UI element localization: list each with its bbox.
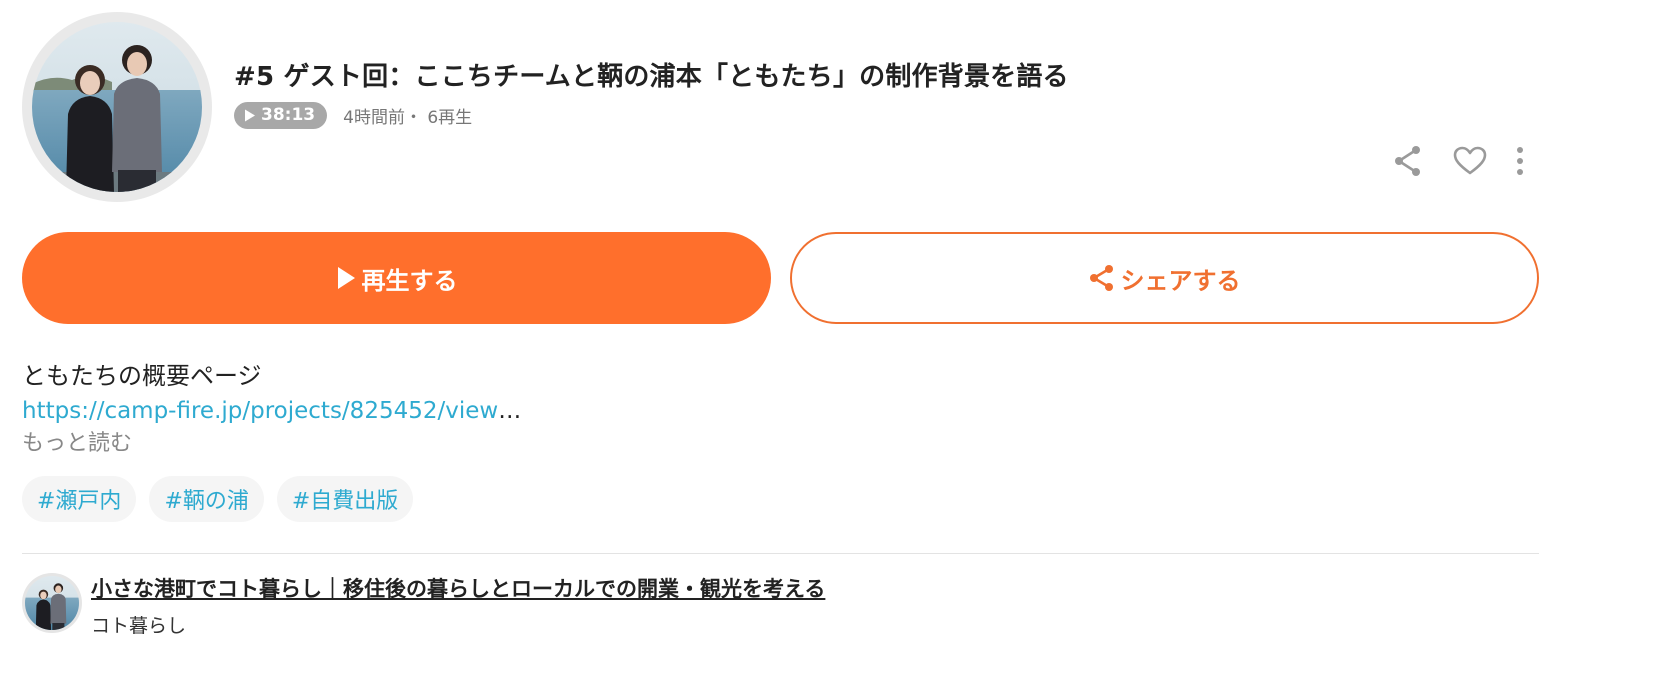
play-button[interactable]: 再生する — [22, 232, 771, 324]
section-divider — [22, 553, 1539, 554]
show-avatar-photo — [25, 576, 79, 630]
episode-description: ともたちの概要ページ https://camp-fire.jp/projects… — [22, 358, 722, 460]
more-vertical-icon — [1517, 147, 1523, 175]
tag-list: #瀬戸内 #鞆の浦 #自費出版 — [22, 476, 414, 522]
tag-setouchi[interactable]: #瀬戸内 — [22, 476, 137, 522]
share-icon-button[interactable] — [1389, 142, 1427, 180]
tag-self-publishing[interactable]: #自費出版 — [276, 476, 414, 522]
more-options-button[interactable] — [1501, 142, 1539, 180]
published-and-plays: 4時間前・ 6再生 — [343, 107, 473, 128]
cover-photo — [32, 22, 202, 192]
show-title-link[interactable]: 小さな港町でコト暮らし｜移住後の暮らしとローカルでの開業・観光を考える — [91, 573, 825, 603]
episode-meta: 38:13 4時間前・ 6再生 — [234, 100, 472, 130]
show-author: コト暮らし — [91, 615, 187, 637]
share-button-label: シェアする — [1120, 266, 1241, 295]
like-button[interactable] — [1451, 142, 1489, 180]
description-text: ともたちの概要ページ — [22, 362, 262, 390]
share-icon — [1395, 146, 1420, 176]
play-icon — [337, 267, 355, 289]
episode-cover-art — [22, 12, 212, 202]
play-small-icon — [245, 109, 255, 121]
share-icon — [1089, 265, 1113, 291]
share-button[interactable]: シェアする — [790, 232, 1539, 324]
heart-icon — [1453, 146, 1487, 175]
description-ellipsis: … — [498, 398, 522, 424]
description-link[interactable]: https://camp-fire.jp/projects/825452/vie… — [22, 394, 498, 428]
duration-text: 38:13 — [261, 105, 316, 125]
show-avatar[interactable] — [22, 573, 82, 633]
duration-badge: 38:13 — [234, 101, 328, 129]
episode-title: #5 ゲスト回：ここちチームと鞆の浦本「ともたち」の制作背景を語る — [234, 62, 1069, 92]
play-button-label: 再生する — [361, 266, 458, 295]
read-more-link[interactable]: もっと読む — [22, 428, 722, 460]
tag-tomonoura[interactable]: #鞆の浦 — [149, 476, 264, 522]
